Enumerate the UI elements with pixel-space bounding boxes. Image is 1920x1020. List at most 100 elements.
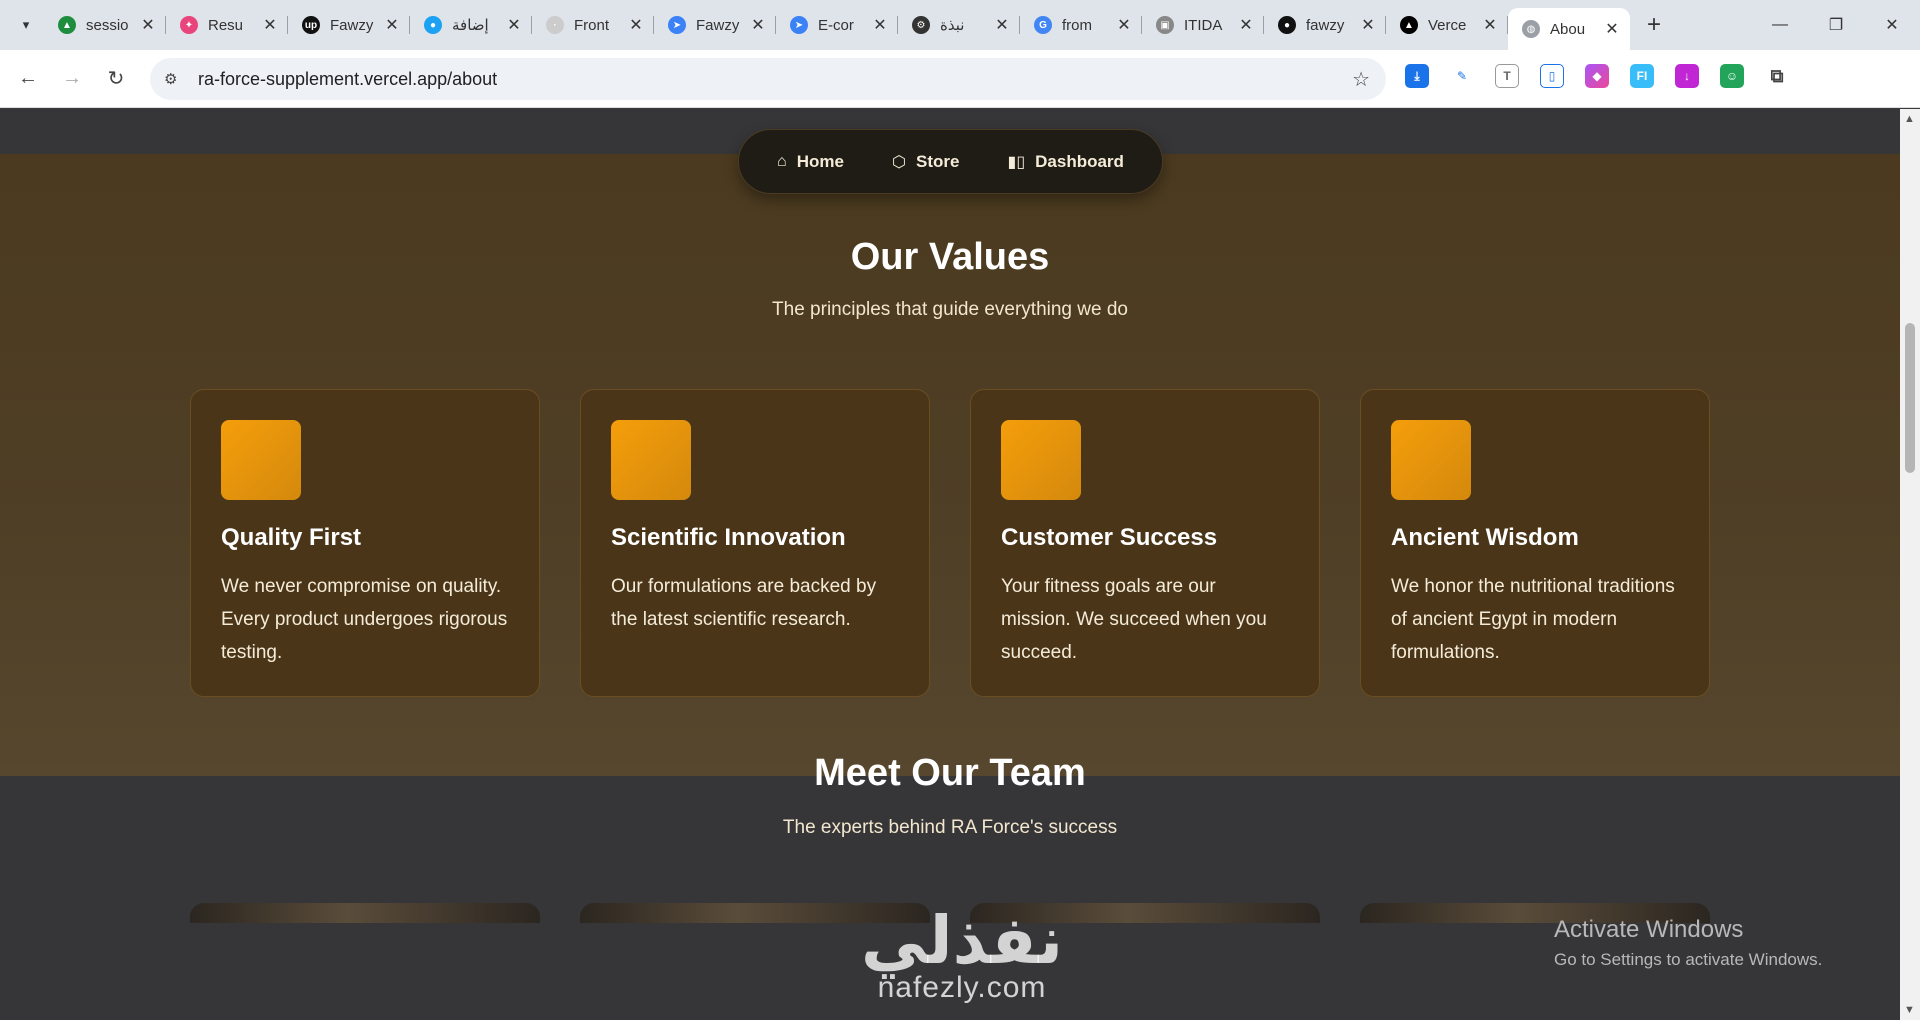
- nav-dashboard-link[interactable]: ▮▯ Dashboard: [1008, 152, 1124, 172]
- tab-close-icon[interactable]: ✕: [1236, 15, 1256, 35]
- value-card-icon: [221, 420, 301, 500]
- tab-close-icon[interactable]: ✕: [260, 15, 280, 35]
- browser-tab[interactable]: ◍ Abou ✕: [1508, 8, 1630, 50]
- pen-extension-icon[interactable]: ✎: [1450, 64, 1474, 88]
- team-subtitle: The experts behind RA Force's success: [782, 817, 1118, 838]
- page-scrollbar[interactable]: ▲ ▼: [1900, 109, 1920, 1020]
- value-card: Scientific Innovation Our formulations ar…: [580, 389, 930, 697]
- value-card-text: Your fitness goals are our mission. We s…: [1001, 576, 1267, 663]
- forward-arrow-icon[interactable]: →: [50, 67, 94, 90]
- tab-close-icon[interactable]: ✕: [1358, 15, 1378, 35]
- tab-close-icon[interactable]: ✕: [992, 15, 1012, 35]
- tab-close-icon[interactable]: ✕: [1480, 15, 1500, 35]
- text-extension-icon[interactable]: T: [1495, 64, 1519, 88]
- tab-favicon-icon: ▲: [1400, 16, 1418, 34]
- scroll-down-icon[interactable]: ▼: [1904, 1004, 1915, 1016]
- puzzle-extensions-icon[interactable]: ⧉: [1765, 64, 1789, 88]
- tab-favicon-icon: ➤: [668, 16, 686, 34]
- back-arrow-icon[interactable]: ←: [6, 67, 50, 90]
- team-member-card[interactable]: [190, 903, 540, 923]
- nav-store-label: Store: [915, 151, 960, 171]
- bar-chart-icon: ▮▯: [1007, 153, 1026, 171]
- tab-title: sessio: [86, 16, 129, 34]
- tab-favicon-icon: ·: [546, 16, 564, 34]
- nav-home-label: Home: [796, 151, 844, 171]
- browser-tab[interactable]: ▲ Verce ✕: [1386, 0, 1508, 50]
- activate-windows-title: Activate Windows: [1554, 916, 1744, 943]
- team-title: Meet Our Team: [814, 752, 1086, 794]
- tab-favicon-icon: ◍: [1522, 20, 1540, 38]
- gradient-extension-icon[interactable]: ◆: [1585, 64, 1609, 88]
- value-card: Customer Success Your fitness goals are o…: [970, 389, 1320, 697]
- tab-close-icon[interactable]: ✕: [504, 15, 524, 35]
- scroll-up-icon[interactable]: ▲: [1904, 113, 1915, 125]
- value-card-icon: [1391, 420, 1471, 500]
- url-text[interactable]: ra-force-supplement.vercel.app/about: [198, 69, 497, 90]
- download-extension-icon[interactable]: ⤓: [1405, 64, 1429, 88]
- minimize-icon[interactable]: —: [1752, 16, 1808, 34]
- tab-title: Verce: [1428, 16, 1467, 34]
- tab-close-icon[interactable]: ✕: [748, 15, 768, 35]
- tab-title: from: [1062, 16, 1092, 34]
- restore-icon[interactable]: ❐: [1808, 15, 1864, 35]
- download-purple-extension-icon[interactable]: ↓: [1675, 64, 1699, 88]
- browser-tab[interactable]: ⚙ نبذة ✕: [898, 0, 1020, 50]
- tab-title: Abou: [1550, 20, 1586, 38]
- browser-tab[interactable]: ➤ E-cor ✕: [776, 0, 898, 50]
- browser-tab[interactable]: ▲ sessio ✕: [44, 0, 166, 50]
- browser-tab[interactable]: ● fawzy ✕: [1264, 0, 1386, 50]
- tab-favicon-icon: ●: [1278, 16, 1296, 34]
- tab-search-button[interactable]: ▾: [8, 7, 44, 43]
- browser-tab[interactable]: ✦ Resu ✕: [166, 0, 288, 50]
- site-info-icon[interactable]: ⚙: [164, 70, 188, 88]
- tab-favicon-icon: ▲: [58, 16, 76, 34]
- value-card-title: Customer Success: [1001, 524, 1218, 551]
- value-card: Quality First We never compromise on qual…: [190, 389, 540, 697]
- document-extension-icon[interactable]: ▯: [1540, 64, 1564, 88]
- bookmark-star-icon[interactable]: ☆: [1352, 67, 1370, 92]
- tab-favicon-icon: ➤: [790, 16, 808, 34]
- value-card: Ancient Wisdom We honor the nutritional t…: [1360, 389, 1710, 697]
- browser-tab[interactable]: Gfrom ✕: [1020, 0, 1142, 50]
- browser-tab[interactable]: ● إضافة ✕: [410, 0, 532, 50]
- tab-strip: ▾ ▲ sessio ✕ ✦ Resu ✕ up Fawzy ✕ ● إضافة ✕ · Front ✕ ➤ F…: [0, 0, 1920, 50]
- address-bar[interactable]: ⚙ ra-force-supplement.vercel.app/about ☆: [150, 58, 1386, 100]
- browser-tab[interactable]: · Front ✕: [532, 0, 654, 50]
- nav-home-link[interactable]: ⌂ Home: [777, 152, 844, 172]
- values-subtitle: The principles that guide everything we …: [772, 299, 1128, 320]
- browser-tab[interactable]: ➤ Fawzy ✕: [654, 0, 776, 50]
- window-controls: — ❐ ✕: [1752, 0, 1920, 50]
- tab-title: Fawzy: [696, 16, 740, 34]
- tab-title: E-cor: [818, 16, 854, 34]
- tab-favicon-icon: ▣: [1156, 16, 1174, 34]
- tab-close-icon[interactable]: ✕: [1114, 15, 1134, 35]
- value-card-icon: [1001, 420, 1081, 500]
- value-card-text: We honor the nutritional traditions of a…: [1391, 576, 1675, 663]
- tab-close-icon[interactable]: ✕: [870, 15, 890, 35]
- tab-title: نبذة: [940, 17, 965, 34]
- android-extension-icon[interactable]: ☺: [1720, 64, 1744, 88]
- nav-store-link[interactable]: ⬡ Store: [892, 152, 959, 172]
- browser-tab[interactable]: up Fawzy ✕: [288, 0, 410, 50]
- tab-close-icon[interactable]: ✕: [1602, 19, 1622, 39]
- close-window-icon[interactable]: ✕: [1864, 15, 1920, 35]
- tab-close-icon[interactable]: ✕: [382, 15, 402, 35]
- tabs-container: ▲ sessio ✕ ✦ Resu ✕ up Fawzy ✕ ● إضافة ✕ · Front ✕ ➤ Faw…: [44, 0, 1630, 50]
- tab-favicon-icon: ⚙: [912, 16, 930, 34]
- scrollbar-thumb[interactable]: [1905, 323, 1915, 473]
- activate-windows-hint: Go to Settings to activate Windows.: [1554, 950, 1823, 969]
- value-card-title: Quality First: [221, 524, 362, 551]
- fi-extension-icon[interactable]: FI: [1630, 64, 1654, 88]
- tab-close-icon[interactable]: ✕: [138, 15, 158, 35]
- tab-close-icon[interactable]: ✕: [626, 15, 646, 35]
- main-nav: ⌂ Home ⬡ Store ▮▯ Dashboard: [738, 129, 1163, 194]
- values-cards: Quality First We never compromise on qual…: [190, 389, 1710, 697]
- nav-dashboard-label: Dashboard: [1035, 151, 1124, 171]
- value-card-icon: [611, 420, 691, 500]
- browser-tab[interactable]: ▣ ITIDA ✕: [1142, 0, 1264, 50]
- reload-icon[interactable]: ↻: [94, 66, 138, 91]
- watermark-arabic: نفذلي: [861, 902, 1063, 979]
- new-tab-button[interactable]: +: [1636, 11, 1672, 39]
- value-card-text: We never compromise on quality. Every pr…: [221, 576, 508, 663]
- box-icon: ⬡: [892, 153, 906, 171]
